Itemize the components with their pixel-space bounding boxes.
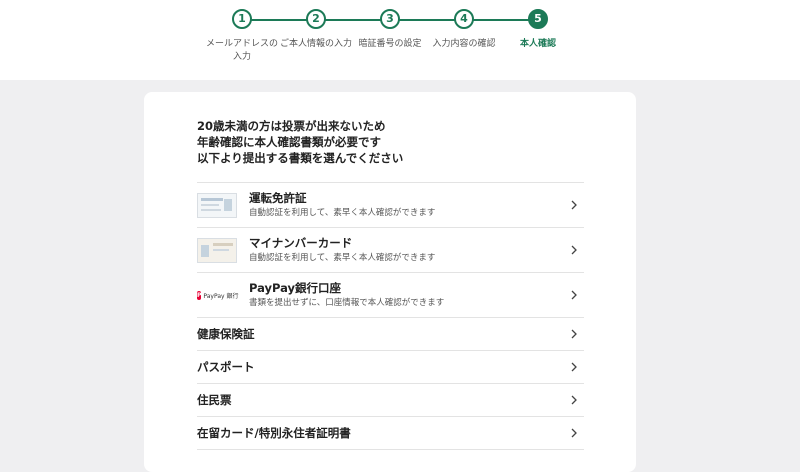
step-5: 5 本人確認 bbox=[498, 9, 578, 51]
document-subtitle: 自動認証を利用して、素早く本人確認ができます bbox=[249, 208, 436, 218]
document-item-residence-card[interactable]: 在留カード/特別永住者証明書 bbox=[197, 417, 584, 450]
document-subtitle: 書類を提出せずに、口座情報で本人確認ができます bbox=[249, 298, 445, 308]
chevron-right-icon bbox=[571, 329, 577, 339]
step-4-label: 入力内容の確認 bbox=[432, 39, 496, 49]
step-2: 2 ご本人情報の入力 bbox=[276, 9, 356, 51]
intro-line-1: 20歳未満の方は投票が出来ないため bbox=[197, 119, 386, 133]
chevron-right-icon bbox=[571, 362, 577, 372]
step-1: 1 メールアドレスの入力 bbox=[202, 9, 282, 64]
my-number-card-image bbox=[197, 237, 237, 263]
document-title: PayPay銀行口座 bbox=[249, 281, 342, 295]
document-title: パスポート bbox=[197, 359, 255, 374]
document-title: 健康保険証 bbox=[197, 326, 255, 341]
document-title: 運転免許証 bbox=[249, 191, 307, 205]
step-4-circle: 4 bbox=[454, 9, 474, 29]
paypay-logo-mark: P bbox=[197, 290, 202, 300]
document-title: 在留カード/特別永住者証明書 bbox=[197, 425, 351, 440]
progress-stepper: 1 メールアドレスの入力 2 ご本人情報の入力 3 暗証番号の設定 4 入力内容… bbox=[0, 0, 800, 80]
step-1-label: メールアドレスの入力 bbox=[206, 39, 279, 62]
chevron-right-icon bbox=[571, 428, 577, 438]
step-5-circle: 5 bbox=[528, 9, 548, 29]
step-4: 4 入力内容の確認 bbox=[424, 9, 504, 51]
chevron-right-icon bbox=[571, 245, 577, 255]
step-5-label: 本人確認 bbox=[519, 39, 556, 49]
document-item-drivers-license[interactable]: 運転免許証 自動認証を利用して、素早く本人確認ができます bbox=[197, 183, 584, 228]
document-title: 住民票 bbox=[197, 392, 232, 407]
chevron-right-icon bbox=[571, 200, 577, 210]
chevron-right-icon bbox=[571, 290, 577, 300]
drivers-license-image bbox=[197, 192, 237, 218]
paypay-bank-logo: P PayPay 銀行 bbox=[197, 283, 239, 308]
document-item-paypay-bank[interactable]: P PayPay 銀行 PayPay銀行口座 書類を提出せずに、口座情報で本人確… bbox=[197, 273, 584, 318]
paypay-logo-text: PayPay 銀行 bbox=[203, 292, 239, 300]
document-item-passport[interactable]: パスポート bbox=[197, 351, 584, 384]
step-3: 3 暗証番号の設定 bbox=[350, 9, 430, 51]
step-2-label: ご本人情報の入力 bbox=[280, 39, 353, 49]
step-3-label: 暗証番号の設定 bbox=[358, 39, 422, 49]
step-1-circle: 1 bbox=[232, 9, 252, 29]
step-3-circle: 3 bbox=[380, 9, 400, 29]
intro-line-2: 年齢確認に本人確認書類が必要です bbox=[197, 135, 381, 149]
document-list: 運転免許証 自動認証を利用して、素早く本人確認ができます マイナンバーカード 自… bbox=[197, 182, 584, 450]
document-item-resident-record[interactable]: 住民票 bbox=[197, 384, 584, 417]
document-selection-card: 20歳未満の方は投票が出来ないため 年齢確認に本人確認書類が必要です 以下より提… bbox=[144, 92, 636, 472]
chevron-right-icon bbox=[571, 395, 577, 405]
document-item-my-number-card[interactable]: マイナンバーカード 自動認証を利用して、素早く本人確認ができます bbox=[197, 228, 584, 273]
step-2-circle: 2 bbox=[306, 9, 326, 29]
document-title: マイナンバーカード bbox=[249, 236, 353, 250]
document-item-health-insurance[interactable]: 健康保険証 bbox=[197, 318, 584, 351]
document-subtitle: 自動認証を利用して、素早く本人確認ができます bbox=[249, 253, 436, 263]
intro-line-3: 以下より提出する書類を選んでください bbox=[197, 151, 404, 165]
intro-text: 20歳未満の方は投票が出来ないため 年齢確認に本人確認書類が必要です 以下より提… bbox=[197, 118, 587, 166]
